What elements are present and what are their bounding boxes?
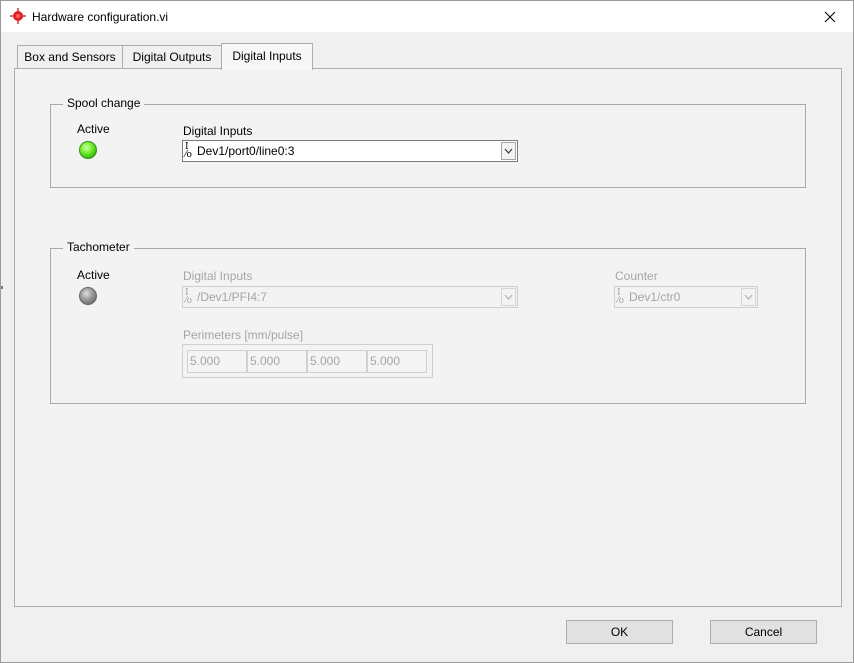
- perimeters-label: Perimeters [mm/pulse]: [183, 328, 304, 342]
- perimeters-array: 5.000 5.000 5.000 5.000: [182, 344, 433, 378]
- io-name-icon: I ⁄o: [185, 288, 192, 306]
- tab-box-and-sensors[interactable]: Box and Sensors: [17, 45, 123, 69]
- select-value: Dev1/port0/line0:3: [197, 144, 295, 158]
- tab-digital-outputs[interactable]: Digital Outputs: [122, 45, 222, 69]
- tachometer-counter-select[interactable]: I ⁄o Dev1/ctr0: [614, 286, 758, 308]
- cancel-button[interactable]: Cancel: [710, 620, 817, 644]
- group-title: Tachometer: [63, 240, 134, 254]
- digital-inputs-label: Digital Inputs: [183, 269, 253, 283]
- crosshair-target-icon: [10, 8, 26, 24]
- digital-inputs-label: Digital Inputs: [183, 124, 253, 138]
- counter-label: Counter: [615, 269, 658, 283]
- dialog-window: Hardware configuration.vi Box and Sensor…: [0, 0, 854, 663]
- perimeter-input[interactable]: 5.000: [187, 350, 247, 373]
- ok-button[interactable]: OK: [566, 620, 673, 644]
- io-name-icon: I ⁄o: [185, 142, 192, 160]
- tab-label: Digital Outputs: [132, 50, 212, 64]
- perimeter-input[interactable]: 5.000: [307, 350, 367, 373]
- perimeter-input[interactable]: 5.000: [247, 350, 307, 373]
- chevron-down-icon: [504, 148, 513, 154]
- dropdown-button[interactable]: [501, 288, 516, 306]
- tab-label: Box and Sensors: [24, 50, 116, 64]
- select-value: Dev1/ctr0: [629, 290, 681, 304]
- title-bar: Hardware configuration.vi: [1, 1, 853, 32]
- chevron-down-icon: [504, 294, 513, 300]
- spool-digital-inputs-select[interactable]: I ⁄o Dev1/port0/line0:3: [182, 140, 518, 162]
- edge-mark: [1, 286, 3, 289]
- window-title: Hardware configuration.vi: [32, 10, 169, 24]
- active-label: Active: [77, 122, 110, 136]
- tachometer-digital-inputs-select[interactable]: I ⁄o /Dev1/PFI4:7: [182, 286, 518, 308]
- perimeter-input[interactable]: 5.000: [367, 350, 427, 373]
- group-title: Spool change: [63, 96, 145, 110]
- active-label: Active: [77, 268, 110, 282]
- dropdown-button[interactable]: [501, 142, 516, 160]
- tachometer-group: Tachometer: [50, 240, 806, 404]
- close-button[interactable]: [807, 1, 853, 32]
- tab-digital-inputs[interactable]: Digital Inputs: [221, 43, 313, 70]
- io-name-icon: I ⁄o: [617, 288, 624, 306]
- tachometer-active-led[interactable]: [79, 287, 97, 305]
- select-value: /Dev1/PFI4:7: [197, 290, 268, 304]
- tab-label: Digital Inputs: [232, 49, 302, 63]
- spool-active-led[interactable]: [79, 141, 97, 159]
- chevron-down-icon: [744, 294, 753, 300]
- close-icon: [824, 11, 836, 22]
- dropdown-button[interactable]: [741, 288, 756, 306]
